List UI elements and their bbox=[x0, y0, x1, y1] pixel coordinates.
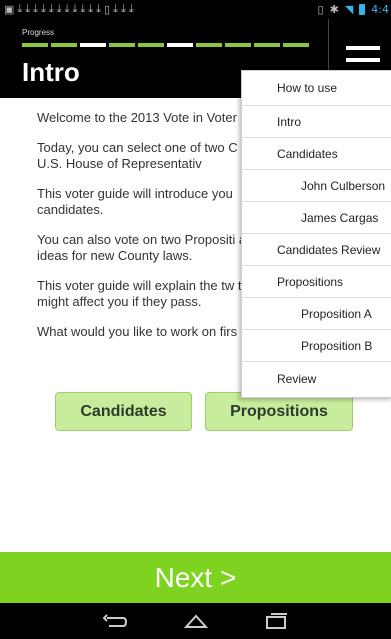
menu-item[interactable]: James Cargas bbox=[242, 202, 391, 234]
next-button[interactable]: Next > bbox=[0, 552, 391, 603]
clock: 4:4 bbox=[371, 3, 389, 16]
bluetooth-icon: ✱ bbox=[329, 4, 339, 16]
menu-item[interactable]: How to use bbox=[242, 71, 391, 106]
sd-card-icon: ▯ bbox=[104, 4, 111, 16]
battery-icon bbox=[359, 4, 366, 15]
download-icon: ⤓ bbox=[56, 3, 62, 15]
download-icon: ⤓ bbox=[17, 3, 23, 15]
download-icon: ⤓ bbox=[120, 3, 126, 15]
battery-small-icon: ▯ bbox=[317, 4, 324, 16]
download-icon: ⤓ bbox=[25, 3, 31, 15]
download-icon: ⤓ bbox=[33, 3, 39, 15]
candidates-button[interactable]: Candidates bbox=[55, 392, 192, 431]
menu-item[interactable]: John Culberson bbox=[242, 170, 391, 202]
progress-segment bbox=[138, 43, 164, 47]
android-nav-bar bbox=[0, 603, 391, 639]
download-icon: ⤓ bbox=[113, 3, 118, 15]
hamburger-icon-line bbox=[346, 58, 380, 62]
progress-segment bbox=[22, 43, 48, 47]
progress-segment bbox=[254, 43, 280, 47]
download-icon: ⤓ bbox=[72, 3, 78, 15]
menu-item[interactable]: Intro bbox=[242, 106, 391, 138]
system-icons: ▯ ✱ ◥ 4:4 bbox=[318, 3, 389, 16]
download-icon: ⤓ bbox=[128, 3, 134, 15]
progress-segment bbox=[196, 43, 222, 47]
menu-item[interactable]: Candidates bbox=[242, 138, 391, 170]
progress-segment bbox=[167, 43, 193, 47]
menu-item[interactable]: Proposition A bbox=[242, 298, 391, 330]
download-icon: ⤓ bbox=[64, 3, 70, 15]
progress-segment bbox=[225, 43, 251, 47]
status-bar: ▣ ⤓ ⤓ ⤓ ⤓ ⤓ ⤓ ⤓ ⤓ ⤓ ⤓ ⤓ ▯ ⤓ ⤓ ⤓ ▯ ✱ ◥ 4:… bbox=[0, 0, 391, 19]
download-icon: ⤓ bbox=[80, 3, 86, 15]
download-icon: ⤓ bbox=[88, 3, 94, 15]
notification-icons: ▣ ⤓ ⤓ ⤓ ⤓ ⤓ ⤓ ⤓ ⤓ ⤓ ⤓ ⤓ ▯ ⤓ ⤓ ⤓ bbox=[4, 3, 134, 16]
download-icon: ⤓ bbox=[41, 3, 46, 15]
progress-segment bbox=[80, 43, 106, 47]
menu-item[interactable]: Review bbox=[242, 362, 391, 396]
hamburger-icon bbox=[346, 46, 380, 50]
progress-segment bbox=[283, 43, 309, 47]
progress-segment bbox=[109, 43, 135, 47]
menu-item[interactable]: Candidates Review bbox=[242, 234, 391, 266]
recent-apps-icon[interactable] bbox=[265, 612, 289, 630]
download-icon: ⤓ bbox=[96, 3, 102, 15]
image-icon: ▣ bbox=[4, 4, 15, 16]
menu-item[interactable]: Propositions bbox=[242, 266, 391, 298]
home-icon[interactable] bbox=[183, 612, 208, 630]
navigation-menu: How to use Intro Candidates John Culberson J… bbox=[241, 70, 391, 398]
page-title: Intro bbox=[22, 57, 80, 87]
progress-label: Progress bbox=[22, 28, 55, 37]
back-icon[interactable] bbox=[102, 612, 127, 630]
progress-segment bbox=[51, 43, 77, 47]
progress-bar bbox=[22, 43, 309, 47]
wifi-icon: ◥ bbox=[344, 4, 354, 16]
download-icon: ⤓ bbox=[48, 3, 54, 15]
menu-item[interactable]: Proposition B bbox=[242, 330, 391, 362]
